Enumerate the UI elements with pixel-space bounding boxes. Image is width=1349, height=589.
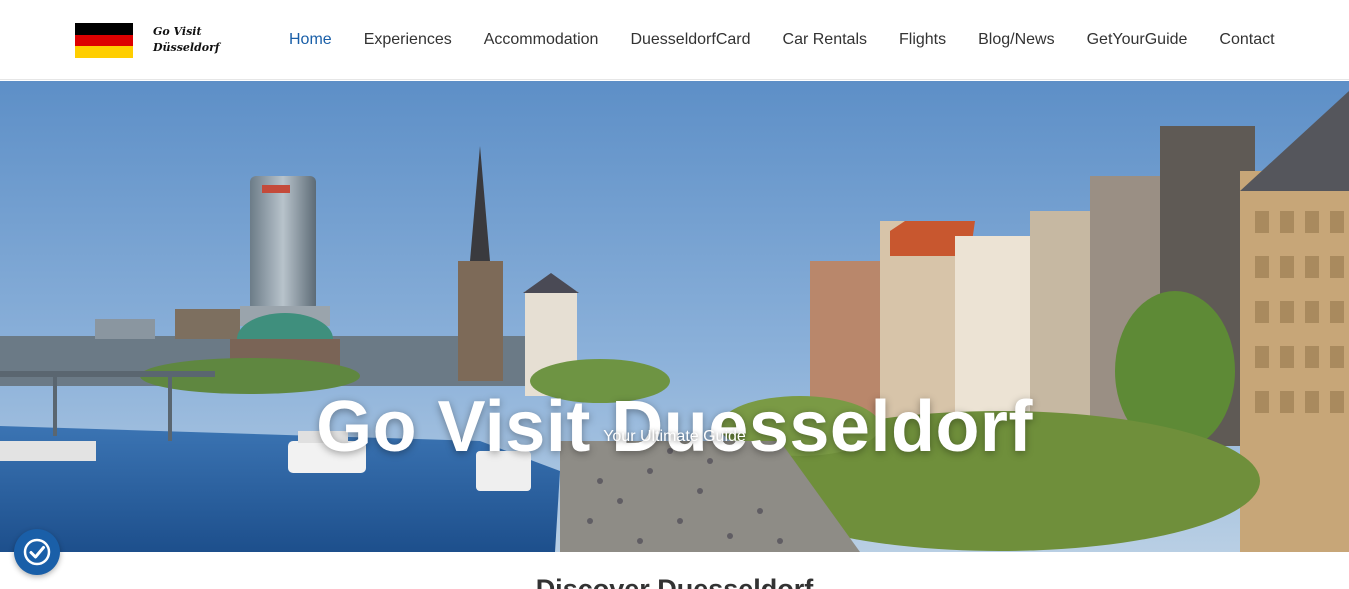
nav-blog-news[interactable]: Blog/News xyxy=(978,31,1054,49)
nav-getyourguide[interactable]: GetYourGuide xyxy=(1087,31,1188,49)
accessibility-check-icon xyxy=(23,538,51,566)
nav-flights[interactable]: Flights xyxy=(899,31,946,49)
nav-car-rentals[interactable]: Car Rentals xyxy=(783,31,867,49)
section-title: Discover Duesseldorf xyxy=(535,574,814,589)
nav-home[interactable]: Home xyxy=(289,31,332,49)
german-flag-icon xyxy=(75,23,133,58)
logo-line-1: Go Visit xyxy=(153,25,202,38)
accessibility-button[interactable] xyxy=(14,529,60,575)
nav-experiences[interactable]: Experiences xyxy=(364,31,452,49)
logo-line-2: Düsseldorf xyxy=(153,41,220,54)
nav-contact[interactable]: Contact xyxy=(1219,31,1274,49)
nav-accommodation[interactable]: Accommodation xyxy=(484,31,599,49)
site-header: Go Visit Düsseldorf Home Experiences Acc… xyxy=(0,0,1349,80)
site-logo[interactable]: Go Visit Düsseldorf xyxy=(75,22,225,62)
hero-title: Go Visit Duesseldorf xyxy=(316,387,1033,467)
main-navigation: Home Experiences Accommodation Duesseldo… xyxy=(289,31,1275,49)
nav-duesseldorfcard[interactable]: DuesseldorfCard xyxy=(630,31,750,49)
hero-banner: Go Visit Duesseldorf xyxy=(0,81,1349,552)
logo-text: Go Visit Düsseldorf xyxy=(153,24,220,56)
hero-city-image xyxy=(0,81,1349,552)
hero-subtitle: Your Ultimate Guide xyxy=(603,428,746,445)
